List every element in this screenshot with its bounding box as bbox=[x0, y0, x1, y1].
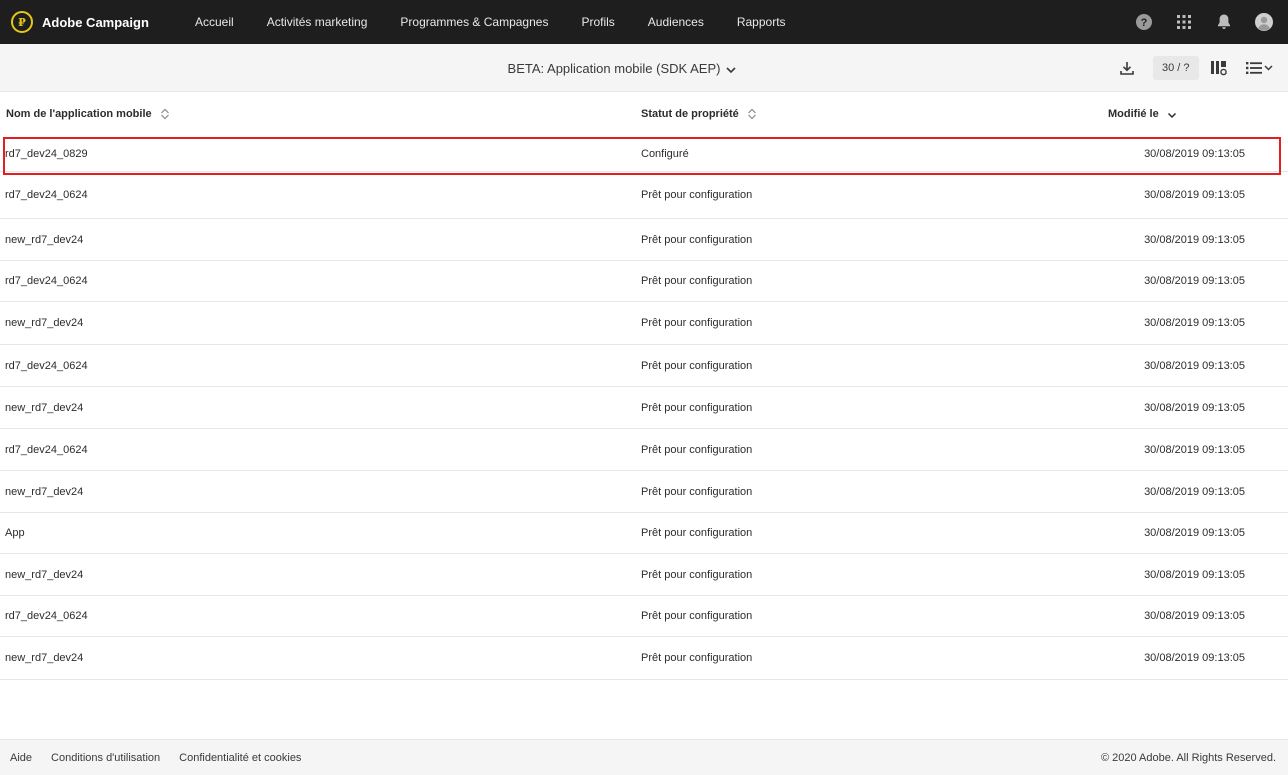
cell-status: Prêt pour configuration bbox=[641, 527, 753, 539]
list-title: BETA: Application mobile (SDK AEP) bbox=[507, 60, 721, 76]
cell-name: rd7_dev24_0829 bbox=[5, 147, 88, 160]
brand[interactable]: ₽ Adobe Campaign bbox=[11, 11, 183, 33]
cell-status: Prêt pour configuration bbox=[641, 233, 753, 246]
copyright-text: © 2020 Adobe. All Rights Reserved. bbox=[1100, 751, 1276, 764]
cell-name: rd7_dev24_0624 bbox=[5, 189, 88, 201]
main-menu: Accueil Activités marketing Programmes &… bbox=[183, 0, 786, 44]
cell-name: App bbox=[5, 527, 25, 539]
nav-item-profils[interactable]: Profils bbox=[581, 15, 614, 29]
cell-status: Prêt pour configuration bbox=[641, 317, 753, 329]
cell-name: new_rd7_dev24 bbox=[5, 652, 84, 664]
cell-status: Prêt pour configuration bbox=[641, 610, 753, 622]
download-icon[interactable] bbox=[1116, 56, 1138, 80]
cell-name: new_rd7_dev24 bbox=[5, 317, 84, 329]
cell-status: Prêt pour configuration bbox=[641, 443, 753, 456]
nav-item-rapports[interactable]: Rapports bbox=[737, 15, 786, 29]
table-row[interactable]: rd7_dev24_0624 Prêt pour configuration 30/… bbox=[0, 261, 1288, 302]
cell-status: Prêt pour configuration bbox=[641, 401, 753, 414]
table-row[interactable]: rd7_dev24_0624 Prêt pour configuration 30/… bbox=[0, 596, 1288, 637]
page-footer: Aide Conditions d'utilisation Confidenti… bbox=[0, 739, 1288, 775]
footer-link-aide[interactable]: Aide bbox=[10, 752, 32, 764]
column-header-label: Statut de propriété bbox=[641, 108, 739, 120]
cell-modified: 30/08/2019 09:13:05 bbox=[1144, 652, 1245, 664]
cell-status: Prêt pour configuration bbox=[641, 359, 753, 372]
column-header-name[interactable]: Nom de l'application mobile bbox=[6, 92, 170, 136]
logo-glyph: ₽ bbox=[18, 15, 26, 29]
list-toolbar: BETA: Application mobile (SDK AEP) 30 / … bbox=[0, 44, 1288, 92]
user-avatar-icon[interactable] bbox=[1244, 0, 1284, 44]
table-row[interactable]: new_rd7_dev24 Prêt pour configuration 30/0… bbox=[0, 637, 1288, 680]
cell-status: Prêt pour configuration bbox=[641, 189, 753, 201]
nav-item-audiences[interactable]: Audiences bbox=[648, 15, 704, 29]
table-row[interactable]: rd7_dev24_0624 Prêt pour configuration 30/… bbox=[0, 345, 1288, 387]
cell-name: new_rd7_dev24 bbox=[5, 568, 84, 581]
svg-text:?: ? bbox=[1141, 17, 1148, 29]
notifications-bell-icon[interactable] bbox=[1204, 0, 1244, 44]
cell-modified: 30/08/2019 09:13:05 bbox=[1144, 189, 1245, 201]
column-header-status[interactable]: Statut de propriété bbox=[641, 92, 757, 136]
cell-status: Prêt pour configuration bbox=[641, 652, 753, 664]
cell-modified: 30/08/2019 09:13:05 bbox=[1144, 401, 1245, 414]
sort-descending-icon bbox=[1167, 108, 1177, 120]
column-header-modified[interactable]: Modifié le bbox=[1108, 92, 1177, 136]
table-row[interactable]: App Prêt pour configuration 30/08/2019 09:… bbox=[0, 513, 1288, 554]
cell-modified: 30/08/2019 09:13:05 bbox=[1144, 610, 1245, 622]
cell-name: new_rd7_dev24 bbox=[5, 233, 84, 246]
table-row[interactable]: new_rd7_dev24 Prêt pour configuration 30/0… bbox=[0, 387, 1288, 429]
table-row[interactable]: new_rd7_dev24 Prêt pour configuration 30/0… bbox=[0, 471, 1288, 513]
cell-name: rd7_dev24_0624 bbox=[5, 275, 88, 287]
sort-icon bbox=[160, 108, 170, 120]
chevron-down-icon bbox=[726, 61, 737, 76]
column-header-label: Modifié le bbox=[1108, 108, 1159, 120]
cell-name: rd7_dev24_0624 bbox=[5, 443, 88, 456]
sort-icon bbox=[747, 108, 757, 120]
table-row[interactable]: new_rd7_dev24 Prêt pour configuration 30/0… bbox=[0, 219, 1288, 261]
column-settings-icon[interactable] bbox=[1208, 56, 1230, 80]
cell-status: Prêt pour configuration bbox=[641, 485, 753, 498]
cell-modified: 30/08/2019 09:13:05 bbox=[1144, 275, 1245, 287]
cell-name: rd7_dev24_0624 bbox=[5, 610, 88, 622]
cell-modified: 30/08/2019 09:13:05 bbox=[1144, 527, 1245, 539]
cell-modified: 30/08/2019 09:13:05 bbox=[1144, 147, 1245, 160]
table-row[interactable]: rd7_dev24_0829 Configuré 30/08/2019 09:13:… bbox=[0, 136, 1288, 175]
column-header-label: Nom de l'application mobile bbox=[6, 108, 152, 120]
table-row[interactable]: new_rd7_dev24 Prêt pour configuration 30/0… bbox=[0, 554, 1288, 596]
table-body: rd7_dev24_0829 Configuré 30/08/2019 09:13:… bbox=[0, 136, 1288, 680]
cell-modified: 30/08/2019 09:13:05 bbox=[1144, 359, 1245, 372]
table-row[interactable]: new_rd7_dev24 Prêt pour configuration 30/0… bbox=[0, 302, 1288, 345]
cell-name: new_rd7_dev24 bbox=[5, 401, 84, 414]
nav-item-activites-marketing[interactable]: Activités marketing bbox=[267, 15, 368, 29]
table-row[interactable]: rd7_dev24_0624 Prêt pour configuration 30/… bbox=[0, 172, 1288, 219]
nav-item-programmes-campagnes[interactable]: Programmes & Campagnes bbox=[400, 15, 548, 29]
adobe-campaign-logo-icon: ₽ bbox=[11, 11, 33, 33]
cell-modified: 30/08/2019 09:13:05 bbox=[1144, 568, 1245, 581]
cell-modified: 30/08/2019 09:13:05 bbox=[1144, 443, 1245, 456]
table-row[interactable]: rd7_dev24_0624 Prêt pour configuration 30/… bbox=[0, 429, 1288, 471]
cell-status: Prêt pour configuration bbox=[641, 568, 753, 581]
footer-link-confidentialite[interactable]: Confidentialité et cookies bbox=[179, 752, 301, 764]
record-count-badge: 30 / ? bbox=[1153, 56, 1199, 80]
cell-modified: 30/08/2019 09:13:05 bbox=[1144, 485, 1245, 498]
help-icon[interactable]: ? bbox=[1124, 0, 1164, 44]
apps-grid-icon[interactable] bbox=[1164, 0, 1204, 44]
footer-link-conditions[interactable]: Conditions d'utilisation bbox=[51, 752, 160, 764]
cell-modified: 30/08/2019 09:13:05 bbox=[1144, 317, 1245, 329]
nav-actions: ? bbox=[1124, 0, 1288, 44]
cell-status: Configuré bbox=[641, 147, 689, 160]
top-navigation-bar: ₽ Adobe Campaign Accueil Activités marke… bbox=[0, 0, 1288, 44]
brand-name: Adobe Campaign bbox=[42, 14, 149, 30]
cell-name: new_rd7_dev24 bbox=[5, 485, 84, 498]
nav-item-accueil[interactable]: Accueil bbox=[195, 15, 234, 29]
cell-status: Prêt pour configuration bbox=[641, 275, 753, 287]
table-header: Nom de l'application mobile Statut de pr… bbox=[0, 92, 1288, 136]
cell-name: rd7_dev24_0624 bbox=[5, 359, 88, 372]
cell-modified: 30/08/2019 09:13:05 bbox=[1144, 233, 1245, 246]
list-view-icon[interactable] bbox=[1242, 56, 1276, 80]
list-title-dropdown[interactable]: BETA: Application mobile (SDK AEP) bbox=[0, 44, 1244, 92]
